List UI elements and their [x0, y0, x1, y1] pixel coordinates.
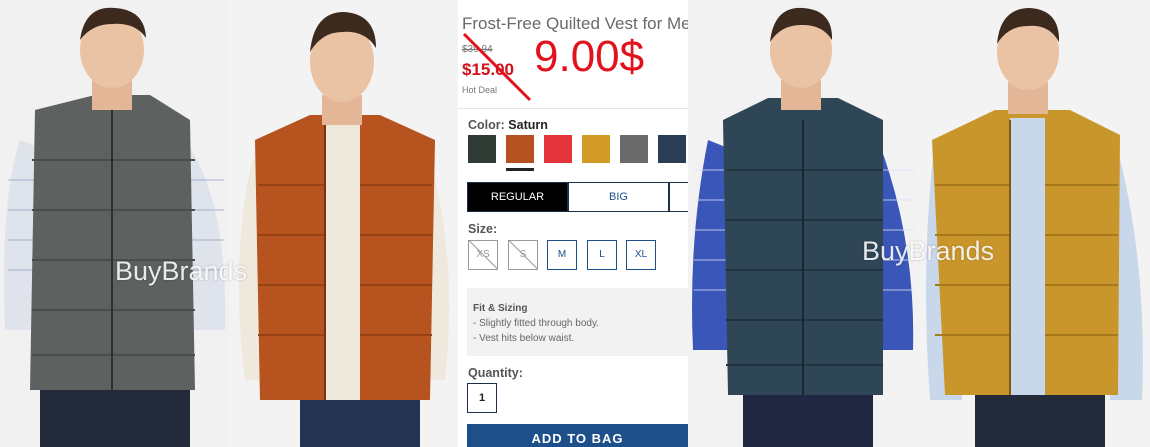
promo-price: 9.00$	[534, 32, 645, 81]
size-option-l[interactable]: L	[587, 240, 617, 270]
fit-sizing-box: Fit & Sizing - Slightly fitted through b…	[467, 288, 688, 356]
color-label-text: Color:	[468, 118, 505, 132]
product-photo-grey-vest	[0, 0, 230, 447]
color-label: Color: Saturn	[468, 118, 548, 132]
color-swatch-dark-green[interactable]	[468, 135, 496, 163]
add-to-bag-button[interactable]: ADD TO BAG	[467, 424, 688, 447]
color-swatch-red[interactable]	[544, 135, 572, 163]
tab-regular[interactable]: REGULAR	[467, 182, 568, 212]
size-option-s[interactable]: S	[508, 240, 538, 270]
fit-sizing-line: - Slightly fitted through body.	[473, 318, 599, 329]
fit-sizing-line: - Vest hits below waist.	[473, 333, 575, 344]
fit-sizing-title: Fit & Sizing	[473, 303, 528, 314]
tab-big[interactable]: BIG	[568, 182, 669, 212]
quantity-input[interactable]: 1	[467, 383, 497, 413]
size-option-m[interactable]: M	[547, 240, 577, 270]
watermark-text: BuyBrands	[862, 236, 995, 266]
color-swatch-saturn[interactable]	[506, 135, 534, 163]
selected-swatch-indicator	[506, 168, 534, 171]
product-photo-mustard-vest	[920, 0, 1150, 447]
color-swatch-grey[interactable]	[620, 135, 648, 163]
color-swatch-navy[interactable]	[658, 135, 686, 163]
price-strike-annotation	[462, 32, 532, 102]
product-detail-panel: Frost-Free Quilted Vest for Men $39.94 $…	[458, 0, 688, 447]
selected-color-name: Saturn	[508, 118, 548, 132]
product-photo-navy-vest	[688, 0, 920, 447]
size-label: Size:	[468, 222, 498, 236]
size-option-xl[interactable]: XL	[626, 240, 656, 270]
color-swatch-mustard[interactable]	[582, 135, 610, 163]
watermark-text: BuyBrands	[115, 256, 248, 286]
product-photo-orange-vest	[230, 0, 458, 447]
size-option-xs[interactable]: XS	[468, 240, 498, 270]
quantity-label: Quantity:	[468, 366, 523, 380]
divider	[458, 108, 688, 109]
tab-more[interactable]	[669, 182, 688, 212]
